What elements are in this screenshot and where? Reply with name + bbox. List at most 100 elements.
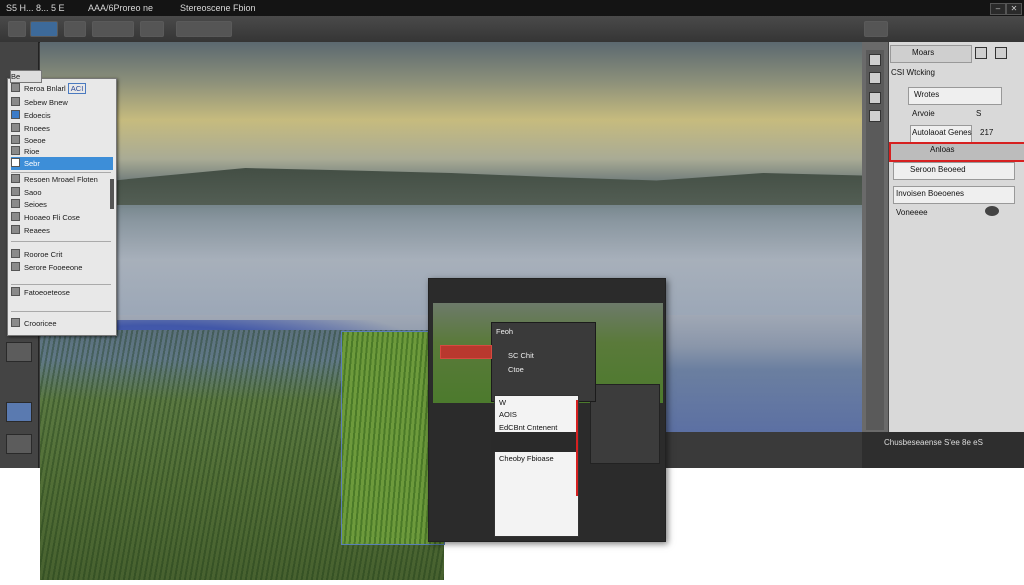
row-label: Autolaoat Genes [912, 128, 972, 137]
menu-item[interactable]: Rooroe Crit [11, 249, 113, 260]
title-left-label: S5 H... 8... 5 E [6, 3, 65, 13]
menu-item-label: Serore Fooeeone [24, 263, 83, 272]
menu-item-label: Sebew Bnew [24, 98, 68, 107]
menu-item[interactable]: Sebew Bnew [11, 97, 113, 108]
dropdown-separator-band [491, 432, 577, 452]
mode-button[interactable] [176, 21, 232, 37]
status-text: Chusbeseaense S'ee 8e eS [884, 438, 983, 447]
document-title: AAA/6Proreo ne [88, 3, 154, 13]
menu-item[interactable]: Saoo [11, 187, 113, 198]
menu-item-label: Rnoees [24, 124, 50, 133]
options-button[interactable] [92, 21, 134, 37]
menu-item-icon [11, 262, 20, 271]
panel-tool-icon[interactable] [869, 72, 881, 84]
view-icon[interactable] [140, 21, 164, 37]
menu-item-icon [11, 83, 20, 92]
panel-scrollbar[interactable] [110, 179, 114, 209]
brush-tool-icon[interactable] [6, 342, 32, 362]
menu-item-icon [11, 110, 20, 119]
context-dropdown: W AOIS EdCBnt Cntenent Cheoby Fbioase [494, 395, 579, 537]
menu-item-icon [11, 287, 20, 296]
minimize-button[interactable]: – [990, 3, 1006, 15]
menu-item-icon [11, 158, 20, 167]
menu-item-icon [11, 212, 20, 221]
menu-item-icon [11, 249, 20, 258]
submenu-title[interactable]: SC Chit [508, 351, 534, 360]
panel-tab[interactable]: Be [10, 70, 42, 83]
dropdown-item[interactable]: Cheoby Fbioase [499, 454, 554, 464]
menu-item-label: Sebr [24, 159, 40, 168]
panel-tool-icon[interactable] [869, 110, 881, 122]
panel-tool-icon[interactable] [869, 92, 881, 104]
menu-item-label: Fatoeoeteose [24, 288, 70, 297]
close-button[interactable]: ✕ [1006, 3, 1022, 15]
eraser-tool-icon[interactable] [6, 434, 32, 454]
context-submenu: Feoh SC Chit Ctoe [491, 322, 596, 402]
right-panel-toolstrip [866, 50, 884, 430]
menu-divider [11, 241, 111, 242]
menu-item[interactable]: Resoen Mroael Floten [11, 174, 113, 185]
layer-label: Seroon Beoeed [910, 165, 966, 174]
panel-tab-label: Be [11, 72, 21, 81]
layer-label: Voneeee [896, 208, 928, 217]
menu-item-icon [11, 225, 20, 234]
record-button[interactable] [440, 345, 492, 359]
menu-item[interactable]: Serore Fooeeone [11, 262, 113, 273]
menu-divider [11, 311, 111, 312]
layers-icon[interactable] [30, 21, 58, 37]
menu-item[interactable]: Rnoees [11, 123, 113, 134]
menu-item-value: ACI [67, 83, 87, 94]
panel-collapse-icon[interactable] [995, 47, 1007, 59]
menu-divider [11, 172, 111, 173]
menu-item-label: Rooroe Crit [24, 250, 63, 259]
menu-item-label: Rioe [24, 147, 40, 156]
dropdown-item[interactable]: AOIS [499, 410, 517, 420]
tool-icon[interactable] [8, 21, 26, 37]
workspace-label: CSI Wtcking [891, 68, 936, 77]
row-label: Arvoie [912, 109, 935, 118]
color-swatch-icon[interactable] [6, 402, 32, 422]
menu-item[interactable]: Reroa Bnlarl ACI [11, 83, 113, 94]
menu-item[interactable]: Seioes [11, 199, 113, 210]
layers-menu-panel: Be Reroa Bnlarl ACI Sebew Bnew Edoecis R… [7, 70, 117, 336]
menu-item[interactable]: Crooricee [11, 318, 113, 329]
section-label: Wrotes [914, 90, 940, 99]
menu-item-label: Reaees [24, 226, 50, 235]
menu-item[interactable]: Reaees [11, 225, 113, 236]
menu-item-icon [11, 123, 20, 132]
panel-icon[interactable] [864, 21, 888, 37]
visibility-toggle-icon[interactable] [985, 206, 999, 216]
layer-label: Invoisen Boeoenes [896, 189, 965, 198]
menu-item-label: Reroa Bnlarl [24, 84, 66, 93]
menu-item-icon [11, 97, 20, 106]
zoom-icon[interactable] [64, 21, 86, 37]
menu-item[interactable]: Edoecis [11, 110, 113, 121]
panel-header-label: Moars [912, 48, 935, 57]
menu-item-selected[interactable]: Sebr [11, 157, 113, 170]
menu-item-label: Hooaeo Fli Cose [24, 213, 80, 222]
panel-menu-icon[interactable] [975, 47, 987, 59]
menu-item-label: Resoen Mroael Floten [24, 175, 98, 184]
menu-item-icon [11, 135, 20, 144]
app-title: Stereoscene Fbion [180, 3, 256, 13]
menu-item-icon [11, 146, 20, 155]
selected-layer-row[interactable] [889, 142, 1024, 162]
menu-item-label: Seioes [24, 200, 47, 209]
menu-item[interactable]: Hooaeo Fli Cose [11, 212, 113, 223]
menu-item-icon [11, 174, 20, 183]
selection-marker [576, 400, 578, 496]
panel-tool-icon[interactable] [869, 54, 881, 66]
toolbar [0, 16, 1024, 43]
dropdown-header: W [499, 398, 507, 407]
menu-item-icon [11, 318, 20, 327]
menu-item[interactable]: Rioe [11, 146, 113, 157]
menu-item-icon [11, 187, 20, 196]
menu-item[interactable]: Fatoeoeteose [11, 287, 113, 298]
preview-side-panel [590, 384, 660, 464]
title-bar: S5 H... 8... 5 E AAA/6Proreo ne Stereosc… [0, 0, 1024, 16]
menu-item-label: Edoecis [24, 111, 51, 120]
submenu-item[interactable]: Ctoe [508, 365, 524, 374]
menu-item[interactable]: Soeoe [11, 135, 113, 146]
menu-item-icon [11, 199, 20, 208]
menu-item-label: Saoo [24, 188, 42, 197]
